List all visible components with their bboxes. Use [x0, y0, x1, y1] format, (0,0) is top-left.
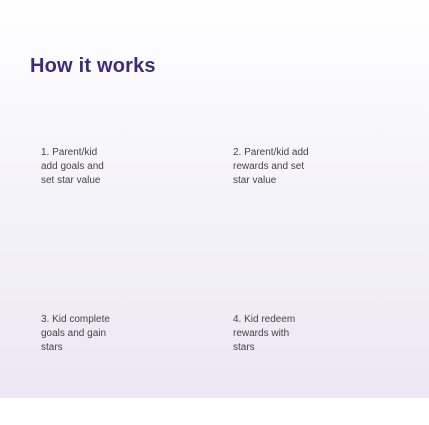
step-2-line-1: 2. Parent/kid add [233, 147, 309, 158]
step-1-line-1: 1. Parent/kid [41, 147, 98, 158]
step-3-line-3: stars [41, 342, 63, 353]
step-3-line-2: goals and gain [41, 328, 107, 339]
step-1: 1. Parent/kid add goals and set star val… [41, 146, 151, 188]
step-4-line-3: stars [233, 342, 255, 353]
step-4-line-1: 4. Kid redeem [233, 314, 296, 325]
section-title: How it works [30, 55, 156, 77]
step-2-line-2: rewards and set [233, 161, 305, 172]
how-it-works-section: How it works 1. Parent/kid add goals and… [0, 0, 429, 398]
step-4: 4. Kid redeem rewards with stars [233, 313, 343, 355]
step-2: 2. Parent/kid add rewards and set star v… [233, 146, 343, 188]
step-3: 3. Kid complete goals and gain stars [41, 313, 151, 355]
step-3-line-1: 3. Kid complete [41, 314, 110, 325]
step-1-line-3: set star value [41, 175, 101, 186]
step-4-line-2: rewards with [233, 328, 290, 339]
step-1-line-2: add goals and [41, 161, 104, 172]
step-2-line-3: star value [233, 175, 277, 186]
